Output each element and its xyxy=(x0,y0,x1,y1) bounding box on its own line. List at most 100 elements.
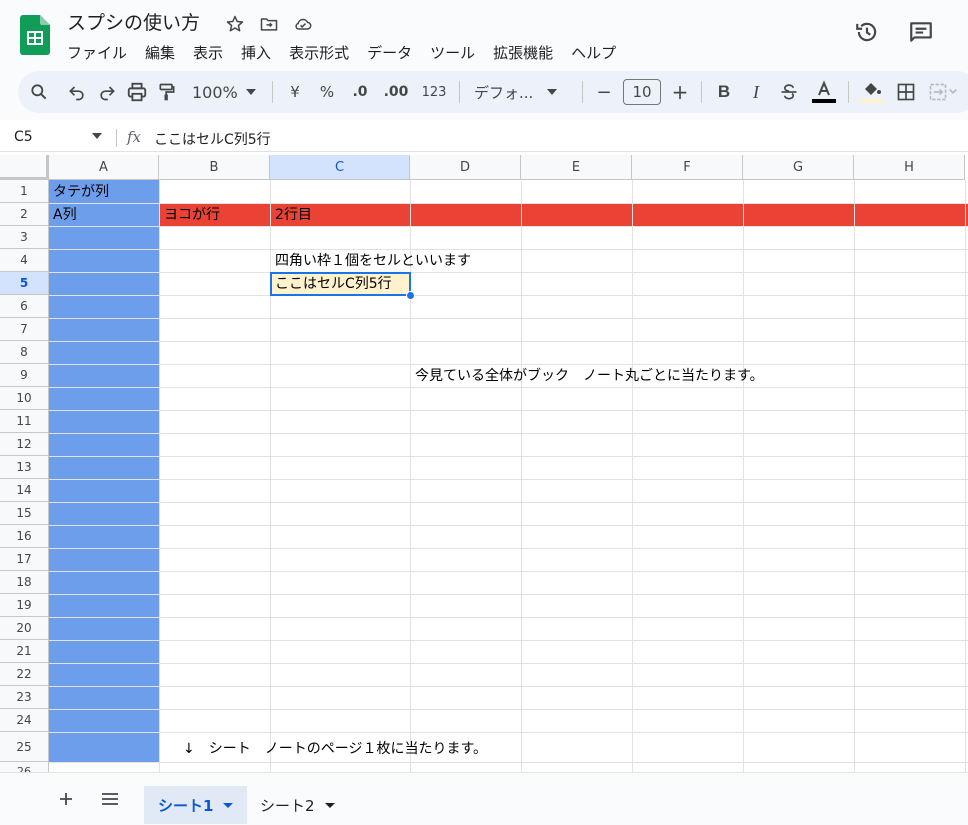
cell-a1[interactable]: タテが列 xyxy=(53,183,109,201)
borders-icon[interactable] xyxy=(889,76,923,108)
chevron-down-icon[interactable] xyxy=(324,802,335,808)
row-header[interactable]: 15 xyxy=(0,502,49,525)
grid-line xyxy=(49,617,968,618)
star-icon[interactable] xyxy=(224,13,246,35)
sheet-grid[interactable]: A B C D E F G H 1 2 3 4 5 6 7 8 9 10 11 … xyxy=(0,155,968,772)
cell-a2[interactable]: A列 xyxy=(53,206,77,224)
row-header[interactable]: 1 xyxy=(0,180,49,203)
cell-d9[interactable]: 今見ている全体がブック ノート丸ごとに当たります。 xyxy=(415,367,764,385)
increase-font-size-button[interactable]: + xyxy=(665,76,695,108)
menu-insert[interactable]: 挿入 xyxy=(232,41,280,65)
undo-icon[interactable] xyxy=(62,76,92,108)
menu-file[interactable]: ファイル xyxy=(58,41,136,65)
row-header[interactable]: 9 xyxy=(0,364,49,387)
chevron-down-icon[interactable] xyxy=(92,133,102,139)
row-header[interactable]: 14 xyxy=(0,479,49,502)
column-header-d[interactable]: D xyxy=(410,155,521,180)
menu-data[interactable]: データ xyxy=(358,41,421,65)
print-icon[interactable] xyxy=(122,76,152,108)
row-header[interactable]: 6 xyxy=(0,295,49,318)
name-box[interactable]: C5 xyxy=(14,129,33,145)
menu-edit[interactable]: 編集 xyxy=(136,41,184,65)
select-all-corner[interactable] xyxy=(0,155,49,180)
font-select[interactable]: デフォ... xyxy=(466,76,576,108)
decrease-decimal-label: .0 xyxy=(352,84,368,100)
version-history-icon[interactable] xyxy=(854,19,880,45)
row-header[interactable]: 18 xyxy=(0,571,49,594)
search-menus-icon[interactable] xyxy=(24,76,54,108)
text-color-icon[interactable] xyxy=(806,76,842,108)
strikethrough-icon[interactable] xyxy=(772,76,806,108)
column-header-a[interactable]: A xyxy=(49,155,159,180)
row-header[interactable]: 13 xyxy=(0,456,49,479)
row-header[interactable]: 3 xyxy=(0,226,49,249)
cell-c5[interactable]: ここはセルC列5行 xyxy=(275,275,392,293)
row-header[interactable]: 17 xyxy=(0,548,49,571)
grid-line xyxy=(854,180,855,772)
toolbar-divider xyxy=(459,81,460,103)
document-title[interactable]: スプシの使い方 xyxy=(67,11,200,35)
chevron-down-icon[interactable] xyxy=(223,802,234,808)
column-header-e[interactable]: E xyxy=(521,155,632,180)
paint-format-icon[interactable] xyxy=(152,76,182,108)
zoom-select[interactable]: 100% xyxy=(182,76,266,108)
menu-format[interactable]: 表示形式 xyxy=(280,41,358,65)
toolbar-area: 100% ¥ % .0 .00 123 デフォ... − 10 + B I xyxy=(0,68,968,120)
column-header-g[interactable]: G xyxy=(743,155,854,180)
fill-handle[interactable] xyxy=(406,291,415,300)
italic-button[interactable]: I xyxy=(740,76,772,108)
row-header[interactable]: 23 xyxy=(0,686,49,709)
menu-extensions[interactable]: 拡張機能 xyxy=(484,41,562,65)
font-size-input[interactable]: 10 xyxy=(623,79,661,105)
move-folder-icon[interactable] xyxy=(258,13,280,35)
row-header[interactable]: 2 xyxy=(0,203,49,226)
currency-format-button[interactable]: ¥ xyxy=(279,76,311,108)
comments-icon[interactable] xyxy=(908,19,934,45)
row-header[interactable]: 7 xyxy=(0,318,49,341)
redo-icon[interactable] xyxy=(92,76,122,108)
grid-line xyxy=(49,433,968,434)
formula-input[interactable]: ここはセルC列5行 xyxy=(154,129,271,149)
cell-c4[interactable]: 四角い枠１個をセルといいます xyxy=(275,252,471,270)
decrease-font-size-button[interactable]: − xyxy=(589,76,619,108)
row-header[interactable]: 22 xyxy=(0,663,49,686)
cell-c2[interactable]: 2行目 xyxy=(275,206,312,224)
menu-tools[interactable]: ツール xyxy=(421,41,484,65)
row-header[interactable]: 25 xyxy=(0,732,49,762)
sheet-tab-1[interactable]: シート1 xyxy=(144,786,248,824)
cloud-status-icon[interactable] xyxy=(292,13,314,35)
row-header-selected[interactable]: 5 xyxy=(0,272,49,295)
sheet-tab-2[interactable]: シート2 xyxy=(246,786,349,824)
chevron-down-icon xyxy=(245,89,256,95)
increase-decimal-button[interactable]: .00 xyxy=(377,76,415,108)
menu-view[interactable]: 表示 xyxy=(184,41,232,65)
percent-format-button[interactable]: % xyxy=(311,76,343,108)
toolbar-divider xyxy=(701,81,702,103)
row-header[interactable]: 19 xyxy=(0,594,49,617)
column-header-f[interactable]: F xyxy=(632,155,743,180)
decrease-decimal-button[interactable]: .0 xyxy=(343,76,377,108)
row-header[interactable]: 12 xyxy=(0,433,49,456)
menu-help[interactable]: ヘルプ xyxy=(562,41,625,65)
all-sheets-icon[interactable] xyxy=(98,787,122,811)
row-header[interactable]: 8 xyxy=(0,341,49,364)
merge-cells-icon[interactable] xyxy=(923,76,963,108)
row-header[interactable]: 11 xyxy=(0,410,49,433)
row-header[interactable]: 21 xyxy=(0,640,49,663)
row-header[interactable]: 24 xyxy=(0,709,49,732)
column-header-b[interactable]: B xyxy=(159,155,270,180)
fill-color-icon[interactable] xyxy=(855,76,889,108)
row-header[interactable]: 4 xyxy=(0,249,49,272)
row-header[interactable]: 26 xyxy=(0,762,49,772)
column-header-h[interactable]: H xyxy=(854,155,965,180)
cell-b2[interactable]: ヨコが行 xyxy=(164,206,220,224)
column-header-c[interactable]: C xyxy=(270,155,410,180)
number-format-button[interactable]: 123 xyxy=(415,76,453,108)
add-sheet-icon[interactable] xyxy=(54,787,78,811)
sheets-logo-icon[interactable] xyxy=(20,15,50,55)
bold-button[interactable]: B xyxy=(708,76,740,108)
row-header[interactable]: 16 xyxy=(0,525,49,548)
cell-b25[interactable]: ↓ シート ノートのページ１枚に当たります。 xyxy=(183,740,487,758)
row-header[interactable]: 20 xyxy=(0,617,49,640)
row-header[interactable]: 10 xyxy=(0,387,49,410)
